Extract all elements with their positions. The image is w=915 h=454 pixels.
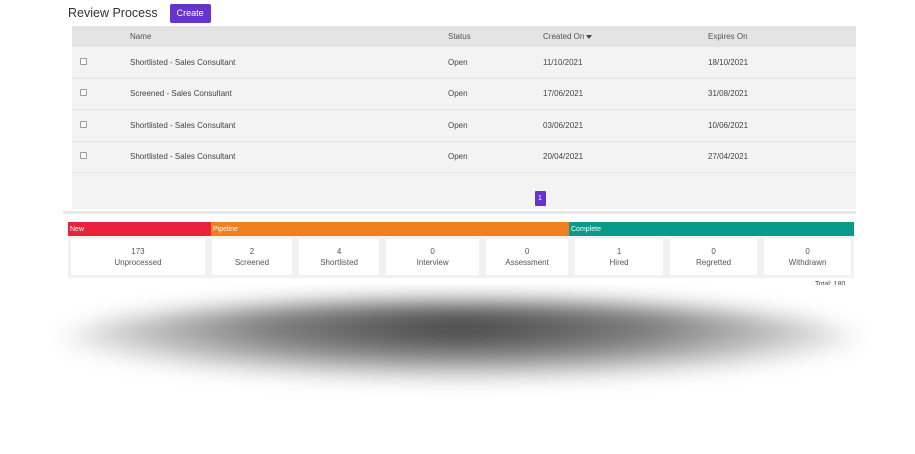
column-header-expires-on[interactable]: Expires On: [708, 32, 856, 41]
row-status: Open: [448, 120, 468, 130]
stage-total: Total: 180: [815, 281, 846, 285]
stage-count: 2: [249, 247, 255, 256]
row-created-on: 17/06/2021: [543, 89, 584, 99]
stage-label: Assessment: [505, 258, 549, 267]
stage-count: 0: [711, 247, 716, 256]
stage-label: Interview: [416, 258, 449, 267]
page-title: Review Process: [68, 6, 158, 20]
column-header-status[interactable]: Status: [448, 32, 543, 41]
row-created-on: 20/04/2021: [543, 152, 584, 162]
row-expires-on: 27/04/2021: [708, 152, 749, 162]
stage-tile-screened[interactable]: 2 Screened: [211, 239, 293, 275]
row-expires-on: 10/06/2021: [708, 120, 749, 130]
stage-label: Withdrawn: [788, 258, 827, 267]
page-button-current[interactable]: 1: [534, 191, 546, 206]
stage-count: 0: [524, 247, 530, 256]
stage-tile-regretted[interactable]: 0 Regretted: [670, 239, 758, 275]
card-shadow: [60, 300, 860, 380]
created-on-label: Created On: [543, 32, 585, 41]
stage-count: 0: [430, 247, 435, 256]
stage-tile-interview[interactable]: 0 Interview: [386, 239, 480, 275]
row-name[interactable]: Screened - Sales Consultant: [130, 89, 448, 98]
stage-tile-assessment[interactable]: 0 Assessment: [486, 239, 569, 275]
table-row[interactable]: Shortlisted - Sales Consultant Open 03/0…: [72, 110, 856, 142]
review-process-panel: Review Process Create Name Status Create…: [63, 0, 856, 285]
create-button[interactable]: Create: [169, 3, 211, 23]
section-divider: [63, 211, 856, 214]
table-row[interactable]: Shortlisted - Sales Consultant Open 11/1…: [72, 47, 856, 79]
stage-tile-hired[interactable]: 1 Hired: [575, 239, 664, 275]
row-created-on: 03/06/2021: [543, 120, 584, 130]
stage-label: Hired: [609, 258, 629, 267]
row-status: Open: [448, 57, 468, 67]
row-status: Open: [448, 89, 468, 99]
stage-bands: New Pipeline Complete: [68, 222, 854, 236]
stage-count: 0: [805, 247, 810, 256]
column-header-created-on[interactable]: Created On: [543, 32, 708, 41]
row-name[interactable]: Shortlisted - Sales Consultant: [130, 152, 448, 161]
stage-label: Screened: [234, 258, 270, 267]
row-name[interactable]: Shortlisted - Sales Consultant: [130, 58, 448, 67]
stage-count: 4: [336, 247, 342, 256]
sort-desc-icon: [586, 34, 593, 39]
stage-tile-shortlisted[interactable]: 4 Shortlisted: [299, 239, 380, 275]
row-created-on: 11/10/2021: [543, 57, 583, 67]
row-expires-on: 18/10/2021: [708, 57, 749, 67]
table-row[interactable]: Screened - Sales Consultant Open 17/06/2…: [72, 79, 856, 110]
stage-label: Shortlisted: [320, 258, 358, 267]
stage-tiles: 173 Unprocessed 2 Screened 4 Shortlisted…: [68, 236, 854, 278]
pagination: 1: [72, 188, 856, 209]
stage-label: Unprocessed: [114, 258, 162, 267]
row-expires-on: 31/08/2021: [708, 89, 749, 99]
row-status: Open: [448, 152, 468, 162]
row-checkbox[interactable]: [80, 120, 87, 128]
stage-tile-unprocessed[interactable]: 173 Unprocessed: [71, 239, 205, 275]
table-header: Name Status Created On Expires On: [72, 26, 856, 47]
column-header-name[interactable]: Name: [130, 32, 448, 41]
stage-count: 173: [131, 247, 145, 256]
row-checkbox[interactable]: [80, 89, 87, 97]
row-name[interactable]: Shortlisted - Sales Consultant: [130, 121, 448, 130]
stage-band-complete: Complete: [569, 222, 854, 236]
row-checkbox[interactable]: [80, 152, 87, 160]
stage-band-pipeline: Pipeline: [211, 222, 569, 236]
stage-tile-withdrawn[interactable]: 0 Withdrawn: [764, 239, 852, 275]
title-row: Review Process Create: [68, 3, 211, 23]
stage-label: Regretted: [695, 258, 732, 267]
stage-count: 1: [616, 247, 622, 256]
review-process-table: Name Status Created On Expires On Shortl…: [72, 26, 856, 209]
table-row[interactable]: Shortlisted - Sales Consultant Open 20/0…: [72, 142, 856, 173]
stage-band-new: New: [68, 222, 211, 236]
row-checkbox[interactable]: [80, 57, 87, 65]
